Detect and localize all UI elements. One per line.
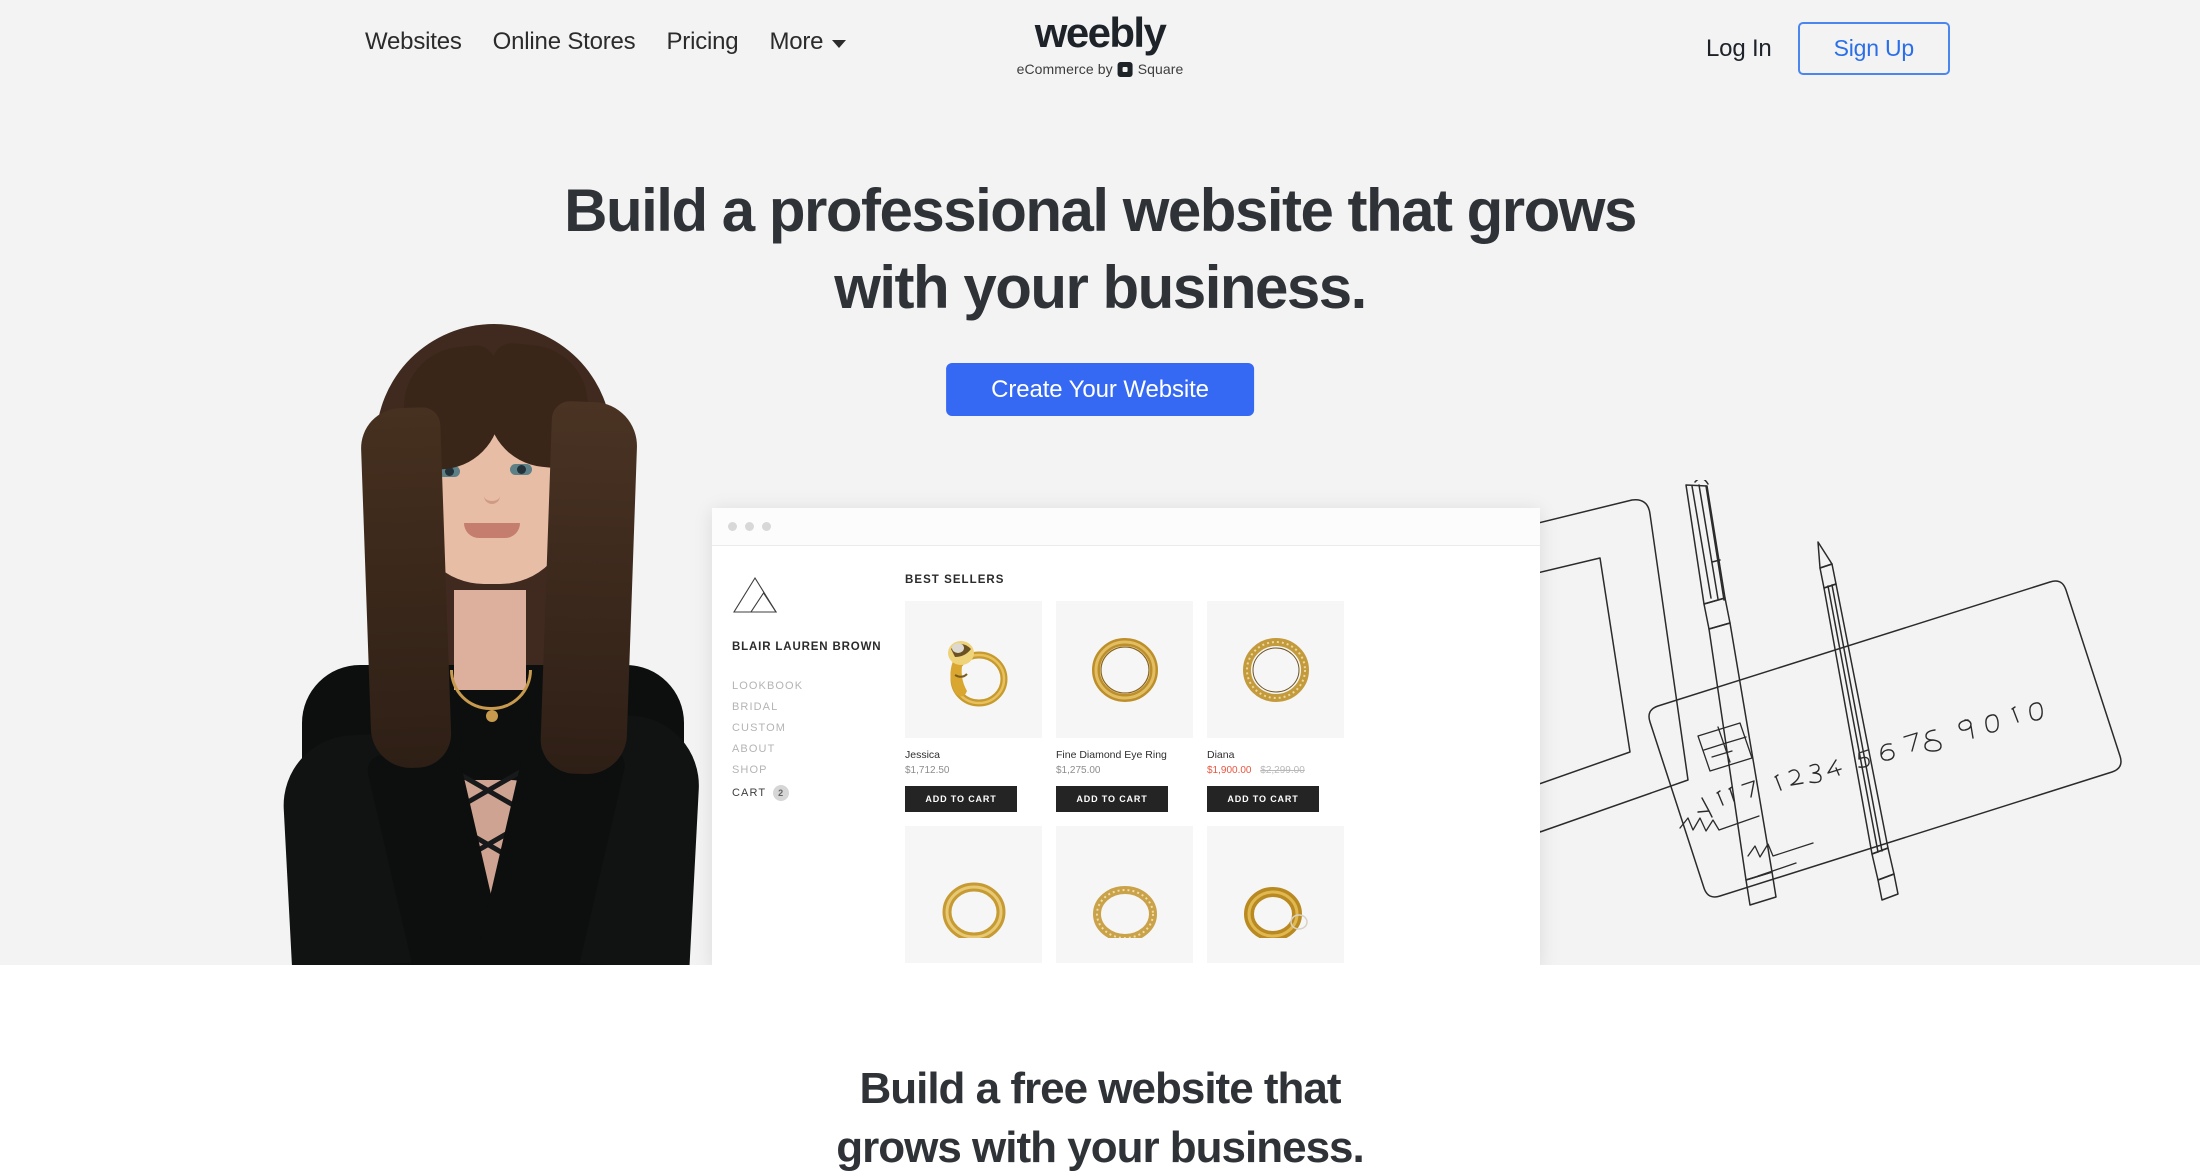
person-nose: [484, 478, 500, 504]
top-navigation-bar: Websites Online Stores Pricing More weeb…: [0, 0, 2200, 95]
store-nav-item-cart[interactable]: CART 2: [732, 785, 905, 801]
secondary-headline: Build a free website that grows with you…: [0, 1060, 2200, 1173]
store-nav-item-shop[interactable]: SHOP: [732, 764, 905, 776]
store-nav-item-custom[interactable]: CUSTOM: [732, 722, 905, 734]
logo-tagline: eCommerce by Square: [1017, 61, 1184, 77]
browser-minimize-dot-icon[interactable]: [745, 522, 754, 531]
hero-headline: Build a professional website that grows …: [0, 173, 2200, 327]
product-image-row2-1: [905, 826, 1042, 963]
nav-link-more[interactable]: More: [769, 28, 847, 56]
browser-title-bar: [712, 508, 1540, 546]
person-necklace-pendant: [486, 710, 498, 722]
secondary-section: Build a free website that grows with you…: [0, 965, 2200, 1173]
product-image-row2-3: [1207, 826, 1344, 963]
ring-row2-1-icon: [942, 882, 1005, 938]
browser-close-dot-icon[interactable]: [728, 522, 737, 531]
sign-up-button[interactable]: Sign Up: [1797, 22, 1950, 75]
primary-nav-links: Websites Online Stores Pricing More: [365, 28, 847, 56]
store-page-content: BLAIR LAUREN BROWN LOOKBOOK BRIDAL CUSTO…: [712, 546, 1540, 965]
add-to-cart-button-diana[interactable]: ADD TO CART: [1207, 786, 1319, 812]
page-root: Websites Online Stores Pricing More weeb…: [0, 0, 2200, 1173]
logo-tagline-prefix: eCommerce by: [1016, 61, 1113, 77]
product-price-fine-diamond-eye-ring: $1,275.00: [1056, 765, 1193, 776]
add-to-cart-button-fine-diamond-eye-ring[interactable]: ADD TO CART: [1056, 786, 1168, 812]
secondary-headline-line-1: Build a free website that: [859, 1064, 1341, 1113]
weebly-wordmark: weebly: [1034, 9, 1167, 56]
product-card-row2-2[interactable]: [1056, 826, 1193, 965]
card-signature-line: [1679, 815, 1814, 877]
store-brand-name: BLAIR LAUREN BROWN: [732, 641, 882, 653]
hero-person-photo: [258, 318, 714, 965]
card-chip-icon: [1697, 722, 1753, 772]
square-logo-icon: [1117, 61, 1133, 77]
ring-diana-icon: [1242, 637, 1309, 702]
person-mouth: [464, 523, 520, 538]
product-image-row2-2: [1056, 826, 1193, 963]
stationery-sketch-illustration: [1415, 477, 2180, 960]
cart-count-badge: 2: [773, 785, 790, 801]
hero-headline-line-1: Build a professional website that grows: [564, 177, 1637, 244]
person-hair-right: [539, 400, 639, 776]
create-your-website-button[interactable]: Create Your Website: [946, 363, 1254, 416]
secondary-headline-line-2: grows with your business.: [836, 1122, 1365, 1172]
person-hair-left: [359, 406, 453, 770]
product-grid: Jessica $1,712.50 ADD TO CART Fine Diamo…: [905, 601, 1516, 965]
product-name-fine-diamond-eye-ring: Fine Diamond Eye Ring: [1056, 749, 1167, 761]
product-image-fine-diamond-eye-ring: [1056, 601, 1193, 738]
chevron-down-icon: [832, 39, 847, 48]
store-triangle-logo-icon: [733, 576, 778, 613]
store-product-area: BEST SELLERS Jessica $1,712.50 ADD TO CA…: [905, 546, 1540, 965]
product-card-row2-3[interactable]: [1207, 826, 1344, 965]
store-browser-mockup: BLAIR LAUREN BROWN LOOKBOOK BRIDAL CUSTO…: [712, 508, 1540, 965]
hero-section: Websites Online Stores Pricing More weeb…: [0, 0, 2200, 965]
nav-link-online-stores[interactable]: Online Stores: [493, 28, 636, 56]
product-name-diana: Diana: [1207, 749, 1235, 761]
product-price-jessica: $1,712.50: [905, 765, 1042, 776]
browser-maximize-dot-icon[interactable]: [762, 522, 771, 531]
product-price-value-jessica: $1,712.50: [905, 765, 950, 776]
store-nav-item-cart-label: CART: [732, 787, 767, 799]
product-card-diana[interactable]: Diana $1,900.00 $2,299.00 ADD TO CART: [1207, 601, 1344, 812]
ring-jessica-icon: [947, 640, 1007, 706]
add-to-cart-button-jessica[interactable]: ADD TO CART: [905, 786, 1017, 812]
product-old-price-diana: $2,299.00: [1260, 765, 1305, 776]
product-card-fine-diamond-eye-ring[interactable]: Fine Diamond Eye Ring $1,275.00 ADD TO C…: [1056, 601, 1193, 812]
person-eye-right: [510, 464, 532, 475]
best-sellers-heading: BEST SELLERS: [905, 574, 1005, 586]
weebly-logo[interactable]: weebly eCommerce by Square: [1017, 9, 1184, 78]
ring-row2-3-icon: [1243, 886, 1308, 938]
ring-row2-2-icon: [1092, 885, 1157, 938]
log-in-link[interactable]: Log In: [1706, 35, 1772, 63]
logo-tagline-brand: Square: [1137, 61, 1184, 77]
nav-link-more-label: More: [769, 28, 824, 55]
store-nav-item-about[interactable]: ABOUT: [732, 743, 905, 755]
product-card-jessica[interactable]: Jessica $1,712.50 ADD TO CART: [905, 601, 1042, 812]
product-image-jessica: [905, 601, 1042, 738]
store-nav-item-lookbook[interactable]: LOOKBOOK: [732, 680, 905, 692]
ring-fine-diamond-eye-icon: [1091, 637, 1158, 702]
store-sidebar: BLAIR LAUREN BROWN LOOKBOOK BRIDAL CUSTO…: [712, 546, 905, 965]
product-card-row2-1[interactable]: [905, 826, 1042, 965]
nav-link-pricing[interactable]: Pricing: [666, 28, 738, 56]
product-name-jessica: Jessica: [905, 749, 941, 761]
product-price-value-fine-diamond-eye-ring: $1,275.00: [1056, 765, 1101, 776]
product-price-diana: $1,900.00 $2,299.00: [1207, 765, 1344, 776]
product-sale-price-diana: $1,900.00: [1207, 765, 1252, 776]
hero-headline-line-2: with your business.: [834, 253, 1367, 321]
nav-link-websites[interactable]: Websites: [365, 28, 462, 56]
store-nav-item-bridal[interactable]: BRIDAL: [732, 701, 905, 713]
store-nav-list: LOOKBOOK BRIDAL CUSTOM ABOUT SHOP CART 2: [732, 680, 905, 801]
product-image-diana: [1207, 601, 1344, 738]
pencil-icon: [1817, 541, 1899, 901]
account-actions: Log In Sign Up: [1706, 22, 1950, 75]
